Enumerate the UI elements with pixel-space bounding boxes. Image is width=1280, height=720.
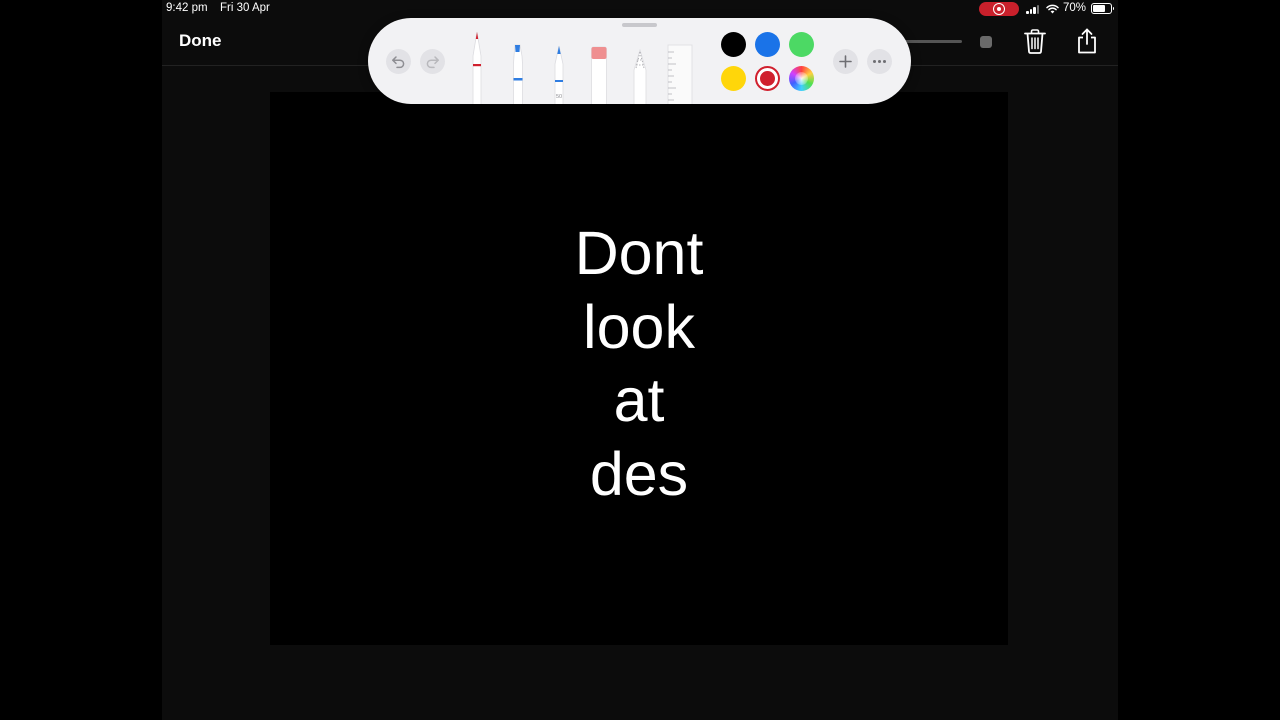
palette-grabber[interactable] <box>622 23 657 27</box>
color-swatch-black[interactable] <box>721 32 746 57</box>
screen-recording-icon[interactable] <box>979 2 1019 16</box>
stroke-size-slider-track[interactable] <box>902 40 962 43</box>
status-date: Fri 30 Apr <box>220 2 270 14</box>
pencil-opacity-label: 50 <box>556 94 562 100</box>
ruler-icon[interactable] <box>667 44 693 104</box>
note-line: Dont <box>574 219 704 287</box>
drawing-canvas[interactable]: Dont look at des <box>270 92 1008 645</box>
pencil-icon[interactable]: 50 <box>548 44 570 104</box>
color-picker-icon[interactable] <box>789 66 814 91</box>
undo-button[interactable] <box>386 49 411 74</box>
ipad-screen: 9:42 pm Fri 30 Apr 70% Done Dont look at… <box>162 0 1118 720</box>
cellular-signal-icon <box>1026 5 1040 14</box>
lasso-icon[interactable] <box>629 46 651 104</box>
note-line: des <box>589 439 689 508</box>
handwritten-note: Dont look at des <box>270 217 1008 511</box>
done-button[interactable]: Done <box>179 31 222 51</box>
pen-icon[interactable] <box>466 30 488 104</box>
trash-icon[interactable] <box>1024 29 1046 54</box>
redo-button[interactable] <box>420 49 445 74</box>
color-swatch-red-selected[interactable] <box>755 66 780 91</box>
battery-icon <box>1091 3 1114 14</box>
tool-palette: 50 <box>368 18 911 104</box>
status-time: 9:42 pm <box>166 2 208 14</box>
color-swatch-blue[interactable] <box>755 32 780 57</box>
battery-percentage: 70% <box>1063 2 1087 14</box>
marker-icon[interactable] <box>507 42 529 104</box>
status-bar: 9:42 pm Fri 30 Apr 70% <box>162 0 1118 18</box>
plus-icon <box>839 55 852 68</box>
color-swatch-yellow[interactable] <box>721 66 746 91</box>
eraser-icon[interactable] <box>588 44 610 104</box>
more-button[interactable] <box>867 49 892 74</box>
stroke-size-slider-thumb[interactable] <box>980 36 992 48</box>
color-swatch-green[interactable] <box>789 32 814 57</box>
share-icon[interactable] <box>1076 28 1098 54</box>
add-button[interactable] <box>833 49 858 74</box>
wifi-icon <box>1046 4 1059 14</box>
note-line: at <box>613 366 665 434</box>
undo-icon <box>392 56 405 69</box>
redo-icon <box>426 56 439 69</box>
note-line: look <box>583 292 695 361</box>
ellipsis-icon <box>873 60 886 63</box>
